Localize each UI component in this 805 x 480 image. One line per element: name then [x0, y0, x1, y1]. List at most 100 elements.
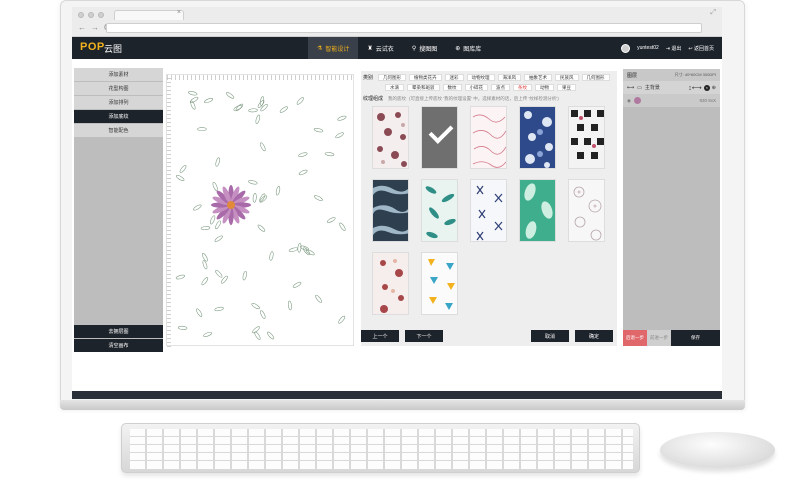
maximize-dot[interactable]: [98, 12, 104, 18]
add-layer-icon[interactable]: ⊕: [712, 85, 716, 91]
swatch-blue-floral[interactable]: [519, 106, 556, 169]
category-row-1: 类别 几何图形 植物类花卉 迷彩 动物纹理 海洋风 抽象艺术 民族风 几何图形: [363, 74, 610, 81]
next-button[interactable]: 下一个: [405, 330, 443, 342]
swatch-pink-floral[interactable]: [470, 106, 507, 169]
swatch-black-pattern[interactable]: [568, 106, 605, 169]
swatch-red-floral[interactable]: [372, 252, 409, 315]
confirm-button[interactable]: 确定: [575, 330, 613, 342]
leaf-motif: [275, 185, 281, 196]
category-chip[interactable]: 果豆: [557, 84, 576, 91]
leaf-motif: [177, 325, 188, 330]
eye-icon[interactable]: ◉: [627, 98, 631, 104]
monitor-frame: × ⤢ ← → C POP 云图 ⚗智能设计 ♜云试衣 ⚲搜图图 ⊕图库库: [60, 0, 745, 408]
category-chip[interactable]: 民族风: [555, 74, 579, 81]
category-chip[interactable]: 动物纹理: [466, 74, 495, 81]
left-panel: 添加素材 花型构图 添加排列 添加底纹 智能配色: [74, 68, 163, 345]
home-label: 返回首页: [693, 45, 714, 52]
leaf-motif: [175, 174, 185, 181]
swatch-hearts[interactable]: [372, 106, 409, 169]
screen-footer-bar: [72, 391, 722, 399]
leaf-motif: [260, 310, 266, 320]
flower-motif: [211, 185, 251, 225]
leaf-motif: [324, 152, 335, 157]
nav-gallery[interactable]: ⊕ 图库库: [446, 37, 490, 59]
category-chip[interactable]: 水滴: [385, 84, 404, 91]
left-item-arrangement[interactable]: 添加排列: [74, 96, 163, 109]
browser-tab[interactable]: ×: [114, 9, 184, 20]
leaf-motif: [242, 270, 247, 281]
layer-row[interactable]: ◉ 930 8xX: [623, 94, 720, 107]
category-chip[interactable]: 抽象艺术: [524, 74, 553, 81]
swatch-selected[interactable]: [421, 106, 458, 169]
forward-arrow-icon[interactable]: →: [91, 23, 99, 32]
leaf-motif: [197, 127, 207, 132]
leaf-motif: [251, 303, 260, 310]
app-header: POP 云图 ⚗ 智能设计 ♜ 云试衣 ⚲ 搜图图 ⊕ 图库库 yuntest02 ⇥ …: [72, 37, 722, 59]
minimize-dot[interactable]: [88, 12, 94, 18]
category-chip[interactable]: 晕染和斑驳: [407, 84, 440, 91]
tab-close-icon[interactable]: ×: [177, 9, 181, 16]
category-chip[interactable]: 动物: [535, 84, 554, 91]
logout-link[interactable]: ⇥ 退出: [666, 45, 682, 52]
leaf-motif: [214, 235, 223, 242]
undo-button[interactable]: 后退一步: [623, 330, 647, 346]
swatch-camo[interactable]: [372, 179, 409, 242]
layer-main-label[interactable]: 主背景: [645, 84, 660, 91]
category-chip[interactable]: 几何图形: [378, 74, 407, 81]
layers-header: 图层 尺寸: 40*60CM 300DPI: [623, 69, 720, 81]
close-dot[interactable]: [78, 12, 84, 18]
leaf-motif: [298, 152, 308, 157]
nav-design[interactable]: ⚗ 智能设计: [308, 37, 359, 59]
category-row-2: 水滴 晕染和斑驳 数纹 小碎花 波点 条纹 动物 果豆: [385, 84, 576, 91]
back-arrow-icon[interactable]: ←: [78, 23, 86, 32]
swatch-teal-leaves[interactable]: [421, 179, 458, 242]
logo-text: 云图: [104, 44, 123, 54]
style-hint[interactable]: 我的底纹: [388, 96, 406, 102]
layers-panel: 图层 尺寸: 40*60CM 300DPI ⟷ ▭ 主背景 ↕⟷ × ⊕ ◉ 9…: [623, 69, 720, 344]
home-link[interactable]: ↩ 返回首页: [688, 45, 714, 52]
left-item-color[interactable]: 智能配色: [74, 124, 163, 137]
left-item-add-material[interactable]: 添加素材: [74, 68, 163, 81]
left-item-composition[interactable]: 花型构图: [74, 82, 163, 95]
redo-button[interactable]: 前进一步: [647, 330, 671, 346]
cancel-button[interactable]: 取消: [531, 330, 569, 342]
nav-dress[interactable]: ♜ 云试衣: [358, 37, 402, 59]
category-chip[interactable]: 迷彩: [444, 74, 464, 81]
category-chip[interactable]: 数纹: [442, 84, 462, 91]
folder-icon[interactable]: ▭: [637, 85, 642, 91]
avatar[interactable]: [621, 43, 631, 53]
prev-button[interactable]: 上一个: [361, 330, 399, 342]
layer-thumbnail: [633, 97, 641, 104]
link-icon[interactable]: ⟷: [627, 85, 634, 91]
leaf-motif: [202, 252, 208, 262]
swatch-color-triangles[interactable]: [421, 252, 458, 315]
category-chip[interactable]: 几何图形: [581, 74, 610, 81]
nav-search[interactable]: ⚲ 搜图图: [403, 37, 446, 59]
swatch-grey-floral[interactable]: [568, 179, 605, 242]
clear-canvas-button[interactable]: 清空画布: [74, 339, 163, 352]
swatch-green-tropical[interactable]: [519, 179, 556, 242]
user-area: yuntest02 ⇥ 退出 ↩ 返回首页: [621, 37, 714, 59]
layer-info: 930 8xX: [699, 98, 716, 103]
mouse: [660, 432, 775, 468]
category-chip[interactable]: 小碎花: [464, 84, 488, 91]
category-chip[interactable]: 波点: [491, 84, 510, 91]
resize-icon[interactable]: ↕⟷: [688, 84, 702, 92]
design-canvas[interactable]: [166, 74, 355, 347]
keyboard: [121, 423, 640, 473]
browser-nav: ← → C: [78, 23, 110, 32]
category-chip-active[interactable]: 条纹: [513, 84, 532, 91]
username[interactable]: yuntest02: [637, 45, 659, 51]
swatch-navy-palms[interactable]: [470, 179, 507, 242]
save-button[interactable]: 保存: [671, 330, 720, 346]
category-chip[interactable]: 植物类花卉: [409, 74, 442, 81]
address-bar[interactable]: [106, 23, 702, 33]
delete-icon[interactable]: ×: [703, 84, 710, 91]
left-bottom-layers[interactable]: 去拥层图: [74, 325, 163, 338]
left-item-texture[interactable]: 添加底纹: [74, 110, 163, 123]
category-chip[interactable]: 海洋风: [497, 74, 522, 81]
leaf-motif: [257, 100, 265, 109]
design-icon: ⚗: [317, 45, 323, 52]
leaf-motif: [296, 97, 304, 105]
fullscreen-icon[interactable]: ⤢: [710, 9, 716, 17]
